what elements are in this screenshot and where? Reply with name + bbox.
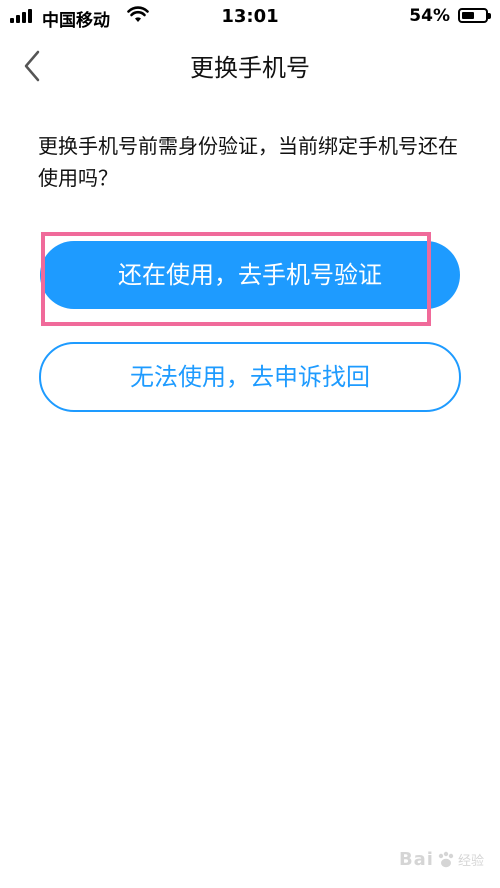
- status-bar: 中国移动 13:01 54%: [0, 0, 500, 34]
- watermark-sub: 经验: [457, 854, 484, 869]
- baidu-watermark: Bai 经验: [399, 849, 484, 870]
- verify-phone-button[interactable]: 还在使用，去手机号验证: [40, 241, 460, 309]
- paw-icon: [438, 851, 454, 867]
- battery-icon: [458, 8, 491, 23]
- page-title: 更换手机号: [190, 54, 310, 82]
- battery-percent: 54%: [409, 6, 450, 26]
- watermark-text: Bai: [398, 849, 434, 870]
- appeal-recover-button[interactable]: 无法使用，去申诉找回: [39, 342, 461, 412]
- verification-prompt: 更换手机号前需身份验证，当前绑定手机号还在使用吗？: [38, 134, 458, 190]
